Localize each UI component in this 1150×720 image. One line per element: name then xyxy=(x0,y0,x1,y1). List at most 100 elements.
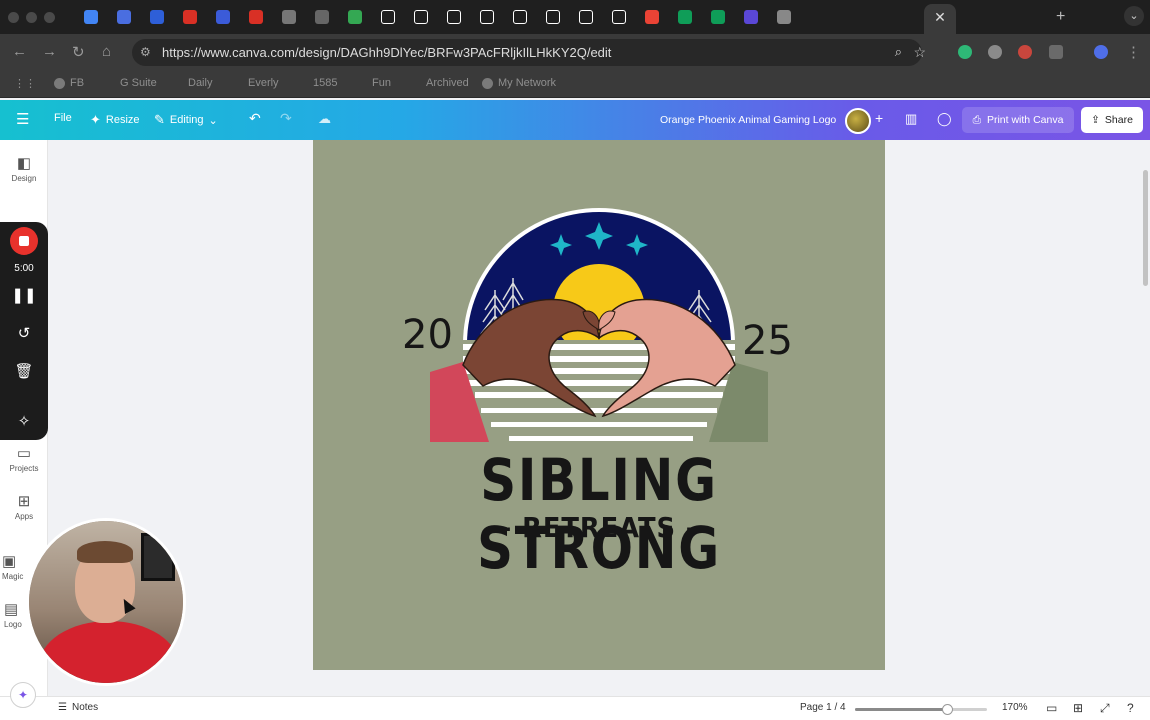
browser-tab[interactable] xyxy=(443,8,465,26)
extension-icon[interactable] xyxy=(988,45,1002,59)
window-close-dot[interactable] xyxy=(8,12,19,23)
plus-icon[interactable]: + xyxy=(875,110,883,126)
site-info-icon[interactable]: ⚙ xyxy=(140,45,151,59)
puzzle-icon[interactable] xyxy=(1049,45,1063,59)
page-indicator[interactable]: Page 1 / 4 xyxy=(800,702,846,713)
canvas-scroll-thumb[interactable] xyxy=(1143,170,1148,286)
bookmark-archived[interactable]: Archived xyxy=(426,77,469,89)
zoom-slider[interactable] xyxy=(855,704,987,715)
restart-icon[interactable]: ↺ xyxy=(0,324,48,342)
window-minimize-dot[interactable] xyxy=(26,12,37,23)
tab-favicon-icon xyxy=(381,10,395,24)
undo-icon[interactable]: ↶ xyxy=(249,110,261,127)
browser-tab[interactable] xyxy=(773,8,795,26)
browser-tab[interactable] xyxy=(542,8,564,26)
grid-view-icon[interactable]: ⊞ xyxy=(1073,701,1083,715)
comment-icon[interactable]: ◯ xyxy=(937,111,952,127)
reload-icon[interactable]: ↻ xyxy=(72,43,85,61)
globe-icon xyxy=(54,77,65,89)
bookmark-gsuite[interactable]: G Suite xyxy=(120,77,157,89)
cloud-save-icon[interactable]: ☁ xyxy=(318,111,331,127)
browser-tab[interactable] xyxy=(344,8,366,26)
close-icon[interactable]: ✕ xyxy=(934,9,946,25)
browser-tab[interactable] xyxy=(674,8,696,26)
bookmark-fun[interactable]: Fun xyxy=(372,77,391,89)
browser-tab[interactable] xyxy=(575,8,597,26)
browser-tab[interactable] xyxy=(146,8,168,26)
browser-tab[interactable] xyxy=(410,8,432,26)
bookmark-daily[interactable]: Daily xyxy=(188,77,212,89)
file-menu[interactable]: File xyxy=(54,112,72,124)
editing-mode-dropdown[interactable]: ✎ Editing ⌄ xyxy=(154,112,218,128)
browser-tab[interactable] xyxy=(641,8,663,26)
insights-chart-icon[interactable]: ▥ xyxy=(905,111,917,127)
print-with-canva-button[interactable]: ⎙ Print with Canva xyxy=(962,107,1074,133)
zoom-percent[interactable]: 170% xyxy=(1002,702,1028,713)
browser-tab[interactable] xyxy=(740,8,762,26)
back-icon[interactable]: ← xyxy=(12,43,27,60)
home-icon[interactable]: ⌂ xyxy=(102,43,111,60)
redo-icon[interactable]: ↷ xyxy=(280,110,292,127)
trash-icon[interactable]: 🗑 xyxy=(0,362,48,380)
zoom-slider-handle[interactable] xyxy=(942,704,954,715)
sidebar-item-apps[interactable]: ⊞ Apps xyxy=(0,492,48,521)
canva-assistant-sparkle-icon[interactable]: ✦ xyxy=(10,682,36,708)
browser-tab[interactable] xyxy=(509,8,531,26)
hamburger-icon[interactable]: ☰ xyxy=(16,110,29,128)
browser-tab[interactable] xyxy=(80,8,102,26)
bookmark-fb[interactable]: FB xyxy=(54,77,84,89)
plus-icon[interactable]: + xyxy=(1056,8,1065,26)
webcam-overlay[interactable] xyxy=(26,518,186,686)
window-zoom-dot[interactable] xyxy=(44,12,55,23)
grammarly-extension-icon[interactable] xyxy=(958,45,972,59)
fullscreen-icon[interactable]: ⤢ xyxy=(1100,701,1110,716)
effects-wand-icon[interactable]: ✧ xyxy=(0,412,48,430)
bookmark-my-network[interactable]: My Network xyxy=(482,77,556,89)
tab-favicon-icon xyxy=(711,10,725,24)
design-title[interactable]: Orange Phoenix Animal Gaming Logo xyxy=(660,114,836,126)
share-button[interactable]: ⇪ Share xyxy=(1081,107,1143,133)
kebab-menu-icon[interactable]: ⋮ xyxy=(1126,43,1141,61)
tab-favicon-icon xyxy=(480,10,494,24)
browser-tab[interactable] xyxy=(707,8,729,26)
tab-favicon-icon xyxy=(216,10,230,24)
record-stop-button[interactable] xyxy=(10,227,38,255)
browser-tab[interactable] xyxy=(476,8,498,26)
address-bar[interactable]: ⚙ https://www.canva.com/design/DAGhh9DlY… xyxy=(132,39,926,66)
webcam-wall-frame xyxy=(141,533,175,581)
zoom-icon[interactable]: ⌕ xyxy=(895,44,902,60)
pages-view-icon[interactable]: ▭ xyxy=(1046,701,1057,715)
browser-tab[interactable] xyxy=(377,8,399,26)
notes-icon: ☰ xyxy=(58,702,67,713)
browser-tab[interactable] xyxy=(311,8,333,26)
logo-year-right[interactable]: 25 xyxy=(742,318,793,364)
browser-tab[interactable] xyxy=(212,8,234,26)
browser-tab[interactable] xyxy=(608,8,630,26)
forward-icon[interactable]: → xyxy=(42,43,57,60)
extension-icon[interactable] xyxy=(1018,45,1032,59)
bookmark-everly[interactable]: Everly xyxy=(248,77,279,89)
resize-button[interactable]: ✦ Resize xyxy=(90,112,140,128)
apps-icon: ⊞ xyxy=(17,493,31,510)
bookmark-star-icon[interactable]: ☆ xyxy=(913,44,926,61)
sidebar-item-design[interactable]: ◧ Design xyxy=(0,154,48,183)
notes-button[interactable]: ☰ Notes xyxy=(58,702,98,713)
profile-avatar[interactable] xyxy=(1094,45,1108,59)
logo-year-left[interactable]: 20 xyxy=(402,312,453,358)
browser-tab[interactable] xyxy=(245,8,267,26)
bookmark-1585[interactable]: 1585 xyxy=(313,77,337,89)
browser-tab[interactable] xyxy=(278,8,300,26)
apps-grid-icon[interactable]: ⋮⋮ xyxy=(14,77,36,90)
sidebar-item-projects[interactable]: ▭ Projects xyxy=(0,444,48,473)
logo-artwork[interactable] xyxy=(313,140,885,670)
active-tab[interactable]: ✕ xyxy=(924,4,956,34)
recording-timer: 5:00 xyxy=(14,263,34,274)
browser-tab[interactable] xyxy=(113,8,135,26)
pause-icon[interactable]: ❚❚ xyxy=(0,286,48,304)
help-icon[interactable]: ? xyxy=(1127,701,1134,715)
browser-address-row: ← → ↻ ⌂ ⚙ https://www.canva.com/design/D… xyxy=(0,34,1150,70)
browser-tab[interactable] xyxy=(179,8,201,26)
logo-subtitle-text[interactable]: — RETREATS — xyxy=(336,511,862,544)
chevron-down-icon[interactable]: ⌄ xyxy=(1124,6,1144,26)
avatar[interactable] xyxy=(845,108,871,134)
